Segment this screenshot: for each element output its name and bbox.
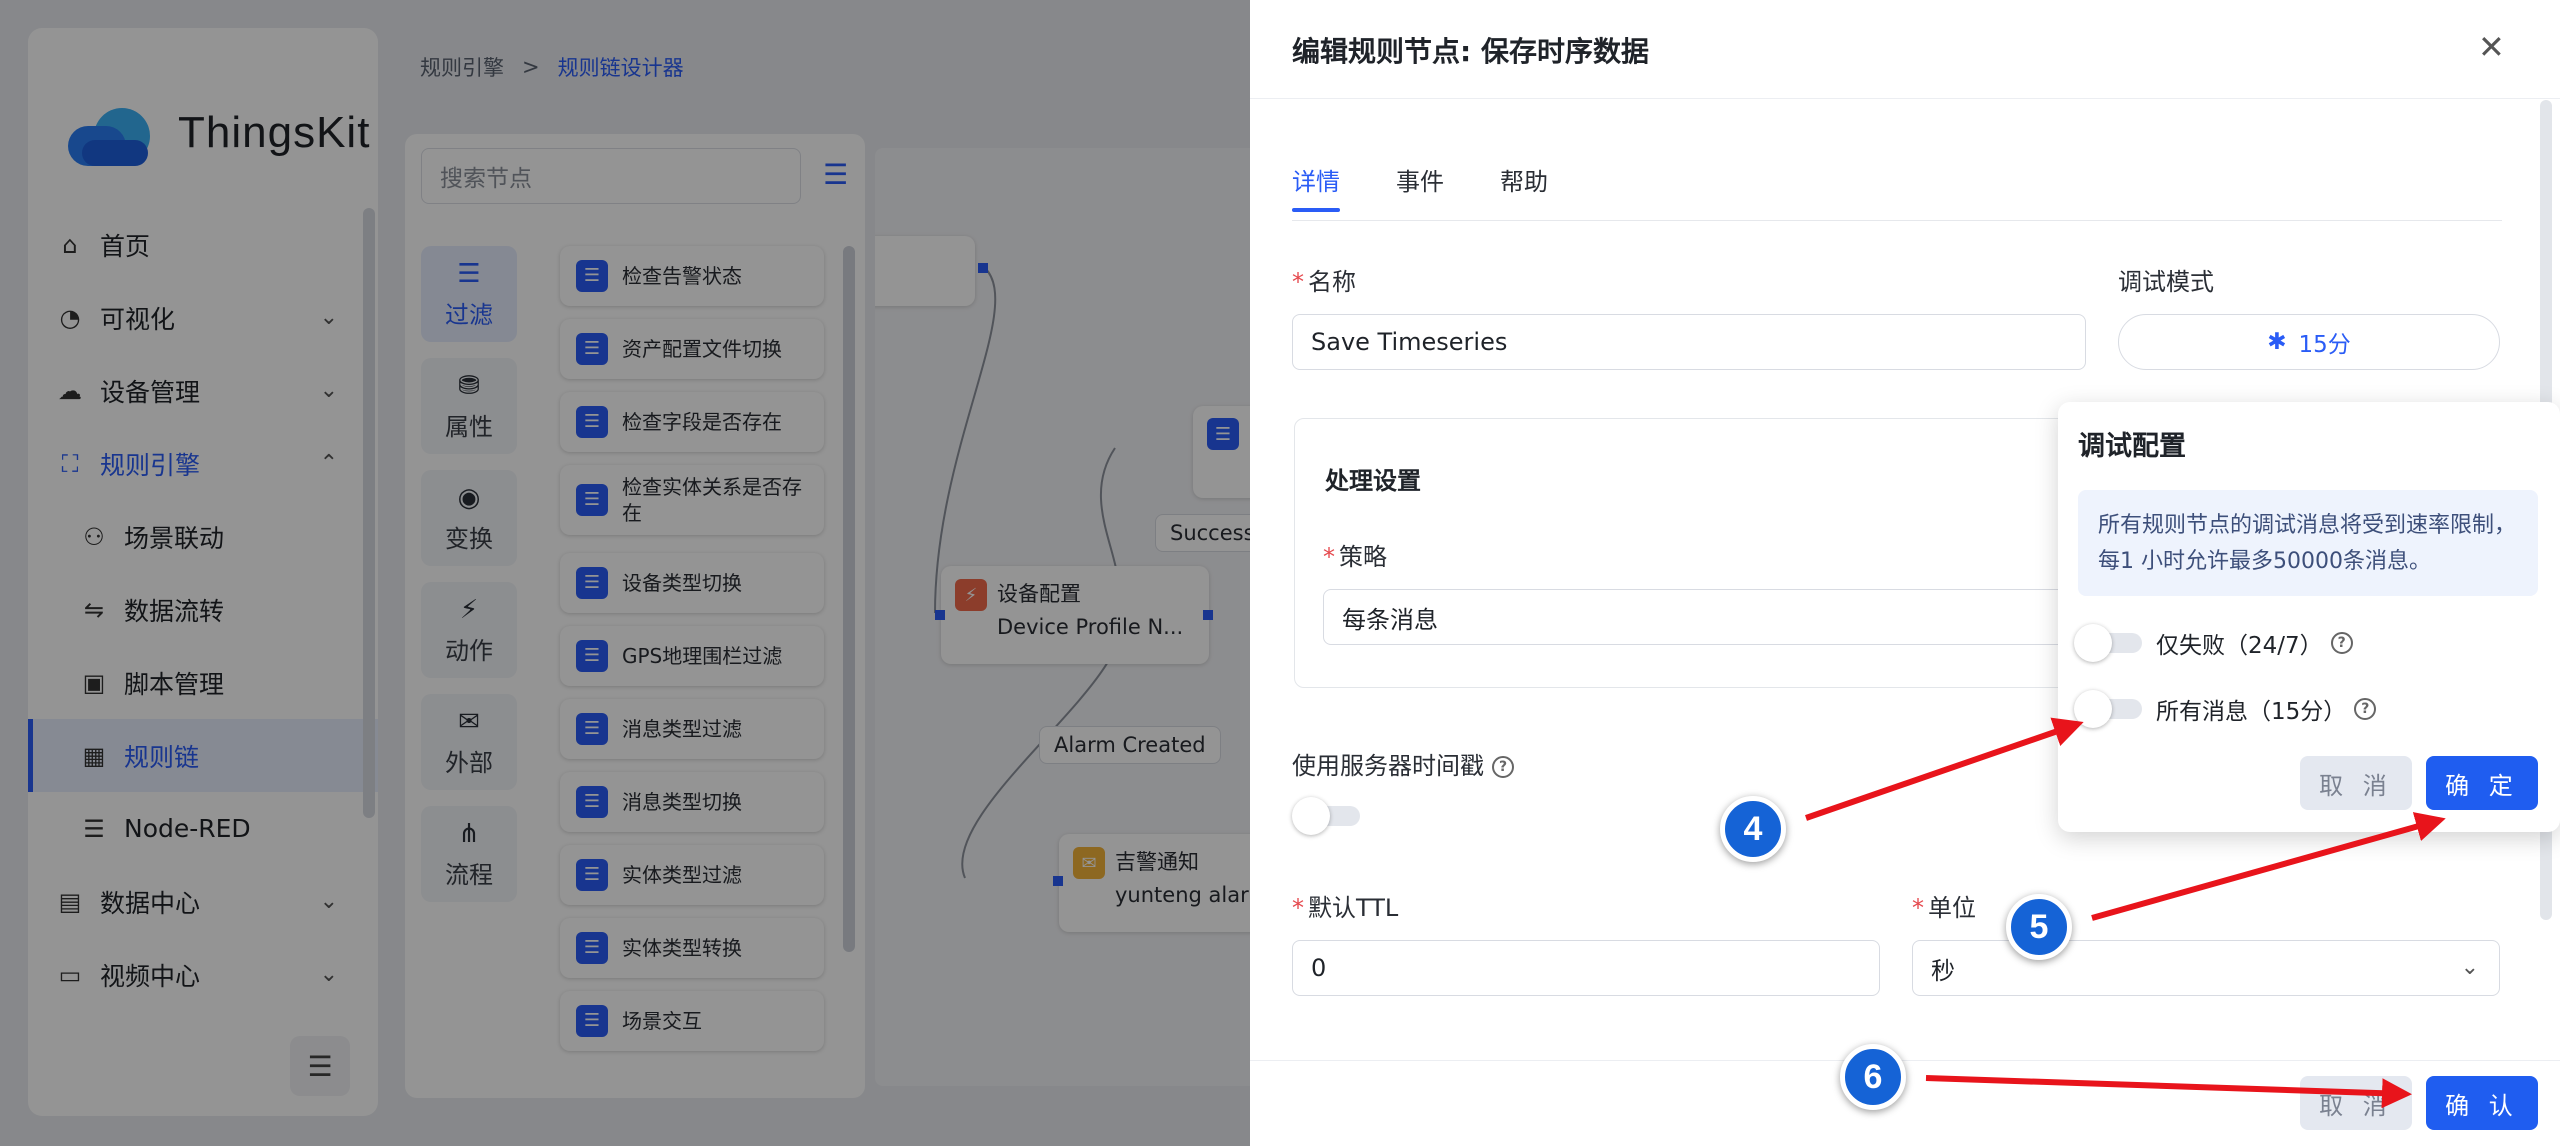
tab-details[interactable]: 详情	[1292, 162, 1340, 212]
ttl-input[interactable]: 0	[1292, 940, 1880, 996]
name-label: * 名称	[1292, 268, 1356, 296]
chevron-down-icon: ⌄	[2460, 955, 2479, 980]
strategy-label: * 策略	[1323, 543, 1387, 571]
popover-confirm-button[interactable]: 确 定	[2426, 756, 2538, 810]
bug-icon: ✱	[2267, 329, 2287, 355]
divider	[1250, 98, 2560, 99]
step-badge-5: 5	[2006, 894, 2072, 960]
popover-cancel-button[interactable]: 取 消	[2300, 756, 2412, 810]
cancel-button[interactable]: 取 消	[2300, 1076, 2412, 1130]
close-icon[interactable]: ✕	[2478, 28, 2505, 66]
help-icon[interactable]: ?	[2354, 698, 2377, 720]
help-icon[interactable]: ?	[2330, 632, 2353, 654]
server-timestamp-label: 使用服务器时间戳?	[1292, 746, 1514, 781]
failures-only-toggle[interactable]	[2074, 624, 2142, 662]
tab-events[interactable]: 事件	[1396, 162, 1444, 197]
rate-limit-note: 所有规则节点的调试消息将受到速率限制，每1 小时允许最多50000条消息。	[2078, 490, 2538, 596]
divider	[1292, 220, 2502, 221]
ttl-label: * 默认TTL	[1292, 894, 1399, 922]
popover-title: 调试配置	[2078, 431, 2186, 462]
divider	[1250, 1060, 2560, 1061]
processing-settings-section: 处理设置 * 策略 每条消息	[1294, 418, 2164, 688]
name-input[interactable]: Save Timeseries	[1292, 314, 2086, 370]
step-badge-4: 4	[1720, 796, 1786, 862]
unit-select[interactable]: 秒 ⌄	[1912, 940, 2500, 996]
modal-mask[interactable]	[0, 0, 1250, 1146]
drawer-tabs: 详情 事件 帮助	[1292, 162, 1548, 212]
tab-help[interactable]: 帮助	[1500, 162, 1548, 197]
section-title: 处理设置	[1325, 467, 1421, 495]
help-icon[interactable]: ?	[1492, 756, 1514, 778]
strategy-select[interactable]: 每条消息	[1323, 589, 2143, 645]
all-messages-option[interactable]: 所有消息（15分） ?	[2074, 690, 2377, 728]
debug-mode-label: 调试模式	[2118, 268, 2214, 296]
failures-only-option[interactable]: 仅失败（24/7） ?	[2074, 624, 2353, 662]
drawer-title: 编辑规则节点: 保存时序数据	[1292, 35, 1649, 68]
popover-arrow	[2300, 388, 2328, 402]
server-timestamp-toggle[interactable]	[1292, 797, 1360, 835]
step-badge-6: 6	[1840, 1044, 1906, 1110]
confirm-button[interactable]: 确 认	[2426, 1076, 2538, 1130]
debug-mode-button[interactable]: ✱ 15分	[2118, 314, 2500, 370]
all-messages-toggle[interactable]	[2074, 690, 2142, 728]
unit-label: * 单位	[1912, 894, 1976, 922]
debug-config-popover: 调试配置 所有规则节点的调试消息将受到速率限制，每1 小时允许最多50000条消…	[2058, 402, 2560, 832]
